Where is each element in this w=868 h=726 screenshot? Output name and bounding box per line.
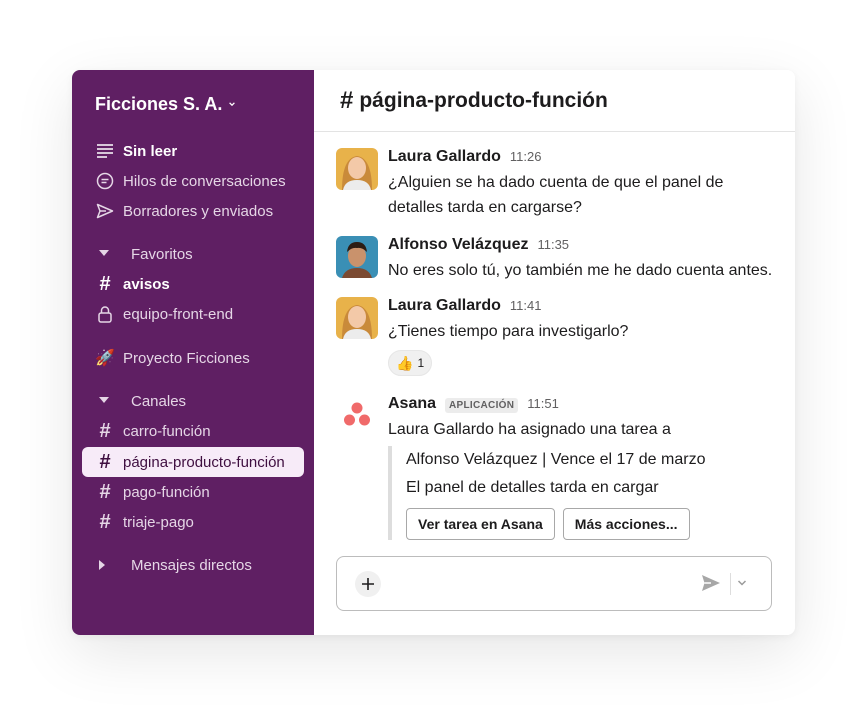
message: Alfonso Velázquez 11:35 No eres solo tú,… bbox=[336, 236, 779, 282]
sidebar-item-triaje-pago[interactable]: # triaje-pago bbox=[82, 507, 304, 537]
message-text-line: Laura Gallardo ha asignado una tarea a bbox=[388, 421, 671, 438]
author-name[interactable]: Laura Gallardo bbox=[388, 297, 501, 315]
threads-icon bbox=[95, 171, 115, 191]
message: Laura Gallardo 11:41 ¿Tienes tiempo para… bbox=[336, 297, 779, 379]
task-attachment: Alfonso Velázquez | Vence el 17 de marzo… bbox=[388, 446, 779, 540]
sidebar-item-label: avisos bbox=[123, 275, 170, 293]
message-composer[interactable] bbox=[336, 556, 772, 611]
hash-icon: # bbox=[99, 420, 111, 442]
sidebar-item-drafts[interactable]: Borradores y enviados bbox=[82, 196, 304, 226]
rocket-icon: 🚀 bbox=[95, 350, 115, 367]
avatar[interactable] bbox=[336, 236, 378, 278]
workspace-name: Ficciones S. A. bbox=[95, 93, 223, 114]
plus-icon[interactable] bbox=[355, 571, 381, 597]
channel-title: página-producto-función bbox=[359, 88, 608, 112]
sidebar-item-threads[interactable]: Hilos de conversaciones bbox=[82, 166, 304, 196]
sidebar-item-equipo-front-end[interactable]: equipo-front-end bbox=[82, 299, 304, 329]
section-title: Favoritos bbox=[131, 245, 193, 263]
sidebar-item-avisos[interactable]: # avisos bbox=[82, 269, 304, 299]
sidebar-item-label: Hilos de conversaciones bbox=[123, 172, 286, 190]
sidebar-item-unread[interactable]: Sin leer bbox=[82, 136, 304, 166]
section-favorites[interactable]: Favoritos bbox=[82, 239, 304, 269]
avatar[interactable] bbox=[336, 148, 378, 190]
sidebar-item-pago-funcion[interactable]: # pago-función bbox=[82, 477, 304, 507]
timestamp[interactable]: 11:26 bbox=[510, 149, 542, 164]
hash-icon: # bbox=[99, 451, 111, 473]
reaction-thumbs-up[interactable]: 👍 1 bbox=[388, 350, 433, 376]
composer-divider bbox=[730, 573, 731, 595]
hash-icon: # bbox=[99, 481, 111, 503]
sidebar-item-label: Sin leer bbox=[123, 142, 178, 160]
message-text-line: ¿Tienes tiempo para investigarlo? bbox=[388, 323, 629, 340]
message: Asana APLICACIÓN 11:51 Laura Gallardo ha… bbox=[336, 395, 779, 545]
sidebar-item-label: equipo-front-end bbox=[123, 305, 234, 323]
send-drafts-icon bbox=[95, 201, 115, 221]
sidebar: Ficciones S. A. Sin leer Hilos de conver… bbox=[72, 70, 314, 635]
sidebar-item-label: Proyecto Ficciones bbox=[123, 349, 250, 367]
unread-list-icon bbox=[95, 141, 115, 161]
asana-logo-icon[interactable] bbox=[336, 395, 378, 437]
more-actions-button[interactable]: Más acciones... bbox=[562, 508, 690, 540]
author-name[interactable]: Laura Gallardo bbox=[388, 148, 501, 166]
message: Laura Gallardo 11:26 ¿Alguien se ha dado… bbox=[336, 148, 779, 218]
chevron-down-icon[interactable] bbox=[737, 579, 747, 587]
section-direct-messages[interactable]: Mensajes directos bbox=[82, 550, 304, 580]
timestamp[interactable]: 11:35 bbox=[537, 237, 569, 252]
message-text-line: ¿Alguien se ha dado cuenta de que el pan… bbox=[388, 174, 724, 191]
sidebar-item-pagina-producto-funcion[interactable]: # página-producto-función bbox=[82, 447, 304, 477]
timestamp[interactable]: 11:41 bbox=[510, 298, 542, 313]
sidebar-item-label: Borradores y enviados bbox=[123, 202, 274, 220]
workspace-switcher[interactable]: Ficciones S. A. bbox=[95, 92, 236, 116]
app-window: Ficciones S. A. Sin leer Hilos de conver… bbox=[72, 70, 795, 635]
sidebar-item-label: carro-función bbox=[123, 422, 211, 440]
timestamp[interactable]: 11:51 bbox=[527, 396, 559, 411]
hash-icon: # bbox=[340, 86, 354, 114]
caret-down-icon bbox=[95, 244, 119, 264]
chevron-down-icon bbox=[229, 102, 236, 107]
task-assignee-due: Alfonso Velázquez | Vence el 17 de marzo bbox=[406, 451, 706, 468]
author-name[interactable]: Asana bbox=[388, 395, 436, 413]
section-channels[interactable]: Canales bbox=[82, 386, 304, 416]
sidebar-item-proyecto-ficciones[interactable]: 🚀 Proyecto Ficciones bbox=[82, 343, 304, 373]
task-title: El panel de detalles tarda en cargar bbox=[406, 479, 659, 496]
send-icon[interactable] bbox=[701, 574, 721, 592]
sidebar-item-label: triaje-pago bbox=[123, 513, 194, 531]
channel-header[interactable]: # página-producto-función bbox=[314, 70, 795, 132]
section-title: Canales bbox=[131, 392, 187, 410]
caret-down-icon bbox=[95, 391, 119, 411]
hash-icon: # bbox=[99, 273, 111, 295]
message-text-line: No eres solo tú, yo también me he dado c… bbox=[388, 262, 773, 279]
app-badge: APLICACIÓN bbox=[445, 398, 519, 413]
lock-icon bbox=[95, 304, 115, 324]
view-task-button[interactable]: Ver tarea en Asana bbox=[406, 508, 555, 540]
sidebar-item-carro-funcion[interactable]: # carro-función bbox=[82, 416, 304, 446]
reaction-count: 1 bbox=[417, 356, 425, 370]
message-text-line: detalles tarda en cargarse? bbox=[388, 199, 582, 216]
thumbs-up-icon: 👍 bbox=[396, 354, 414, 371]
channel-view: # página-producto-función Laura Gallardo… bbox=[314, 70, 795, 635]
sidebar-item-label: pago-función bbox=[123, 483, 210, 501]
hash-icon: # bbox=[99, 511, 111, 533]
caret-right-icon bbox=[95, 555, 119, 575]
author-name[interactable]: Alfonso Velázquez bbox=[388, 236, 528, 254]
sidebar-item-label: página-producto-función bbox=[123, 453, 285, 471]
avatar[interactable] bbox=[336, 297, 378, 339]
section-title: Mensajes directos bbox=[131, 556, 252, 574]
